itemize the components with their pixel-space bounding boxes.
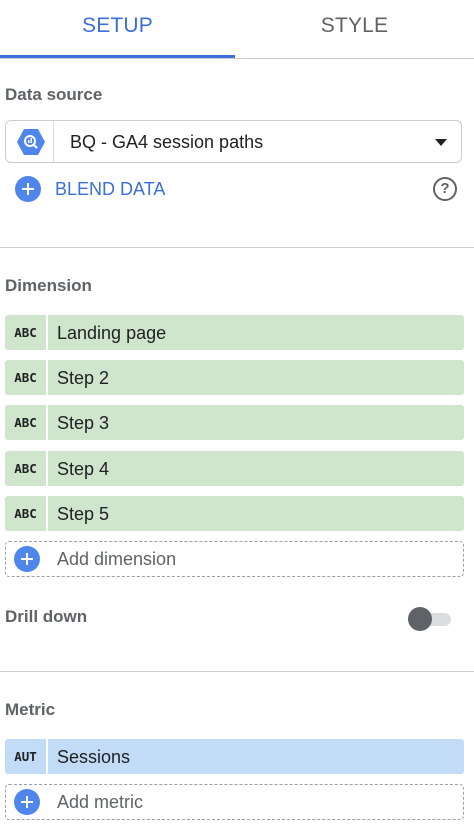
data-source-select[interactable]: BQ - GA4 session paths xyxy=(5,120,462,163)
dimension-chip[interactable]: ABC Step 2 xyxy=(5,360,464,395)
field-type-text-icon: ABC xyxy=(5,496,48,531)
add-circle-icon xyxy=(15,176,41,202)
tab-setup[interactable]: SETUP xyxy=(0,14,235,44)
toggle-thumb xyxy=(408,607,432,631)
add-circle-icon xyxy=(14,789,40,815)
field-type-text-icon: ABC xyxy=(5,405,48,440)
dimension-label: Step 4 xyxy=(57,459,110,479)
dimension-label: Step 3 xyxy=(57,413,110,433)
dimension-label: Landing page xyxy=(57,323,167,343)
add-metric-label: Add metric xyxy=(57,792,144,812)
help-icon[interactable]: ? xyxy=(433,177,457,201)
active-tab-indicator xyxy=(0,55,235,58)
dimension-chip[interactable]: ABC Landing page xyxy=(5,315,464,350)
drill-down-label: Drill down xyxy=(5,607,88,626)
data-source-icon-box xyxy=(6,121,54,162)
add-dimension-label: Add dimension xyxy=(57,549,177,569)
drill-down-toggle[interactable] xyxy=(408,606,452,632)
section-divider xyxy=(0,671,474,672)
dimension-chip[interactable]: ABC Step 3 xyxy=(5,405,464,440)
dimension-heading: Dimension xyxy=(5,276,92,295)
blend-data-label: BLEND DATA xyxy=(55,179,166,199)
add-metric-button[interactable]: Add metric xyxy=(5,784,464,820)
add-dimension-button[interactable]: Add dimension xyxy=(5,541,464,577)
add-circle-icon xyxy=(14,546,40,572)
panel-tabs: SETUP STYLE xyxy=(0,0,474,59)
data-source-heading: Data source xyxy=(5,85,103,104)
dimension-label: Step 5 xyxy=(57,504,110,524)
metric-heading: Metric xyxy=(5,700,56,719)
field-type-text-icon: ABC xyxy=(5,451,48,486)
bigquery-icon xyxy=(17,129,45,155)
dimension-chip[interactable]: ABC Step 4 xyxy=(5,451,464,486)
metric-label: Sessions xyxy=(57,747,131,767)
field-type-text-icon: ABC xyxy=(5,315,48,350)
field-type-auto-icon: AUT xyxy=(5,739,48,774)
section-divider xyxy=(0,247,474,248)
dropdown-arrow-icon xyxy=(435,139,447,146)
field-type-text-icon: ABC xyxy=(5,360,48,395)
tab-style[interactable]: STYLE xyxy=(235,14,474,44)
dimension-chip[interactable]: ABC Step 5 xyxy=(5,496,464,531)
dimension-label: Step 2 xyxy=(57,368,110,388)
data-source-value: BQ - GA4 session paths xyxy=(70,132,264,152)
metric-chip[interactable]: AUT Sessions xyxy=(5,739,464,774)
